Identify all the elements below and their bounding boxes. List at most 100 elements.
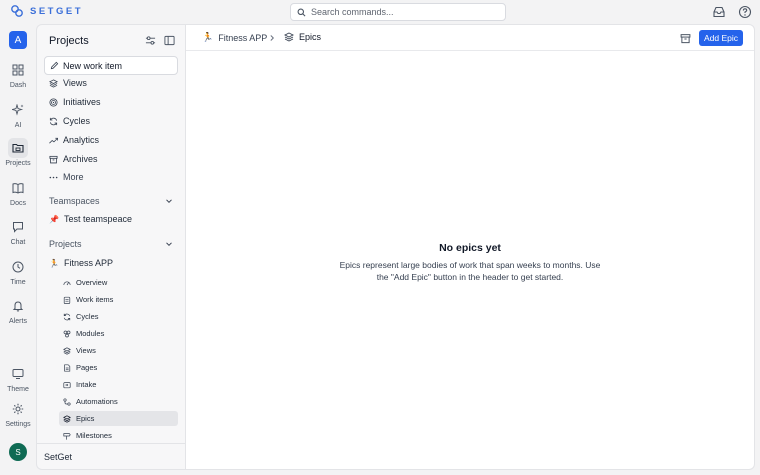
runner-icon: 🏃 (202, 32, 214, 42)
breadcrumb-project[interactable]: 🏃 Fitness APP (202, 32, 267, 43)
project-nav-views[interactable]: Views (59, 343, 178, 358)
sidebar-item-initiatives[interactable]: Initiatives (49, 97, 101, 107)
project-nav-milestones[interactable]: Milestones (59, 428, 178, 443)
sidebar-item-analytics[interactable]: Analytics (49, 135, 99, 145)
command-search-input[interactable]: Search commands... (290, 3, 506, 21)
book-icon (12, 183, 24, 194)
sidebar-item-archives[interactable]: Archives (49, 154, 98, 164)
workspace-switcher[interactable]: A (0, 31, 36, 49)
projects-sidebar: Projects New work item Views Initiatives… (36, 24, 185, 470)
monitor-icon (12, 369, 24, 379)
teamspace-item[interactable]: 📌 Test teamspeace (49, 214, 132, 224)
rail-item-settings[interactable]: Settings (0, 399, 36, 428)
project-nav-modules[interactable]: Modules (59, 326, 178, 341)
automation-icon (63, 397, 71, 406)
sidebar-item-label: Analytics (63, 135, 100, 145)
chevron-right-icon (270, 35, 275, 41)
project-nav-cycles[interactable]: Cycles (59, 309, 178, 324)
sidebar-footer[interactable]: SetGet (37, 443, 185, 469)
new-work-item-button[interactable]: New work item (44, 56, 178, 75)
main-content: 🏃 Fitness APP Epics Add Epic No epics ye… (185, 24, 755, 470)
user-menu[interactable]: S (0, 443, 36, 461)
breadcrumb-current[interactable]: Epics (284, 32, 321, 42)
gauge-icon (63, 281, 71, 285)
modules-icon (63, 330, 71, 337)
archive-icon[interactable] (680, 33, 691, 44)
sidebar-item-label: Initiatives (63, 97, 101, 107)
project-nav-work-items[interactable]: Work items (59, 292, 178, 307)
project-nav-label: Overview (76, 278, 108, 287)
top-bar: SETGET Search commands... (0, 0, 760, 24)
page-icon (64, 363, 71, 372)
rail-label: Chat (10, 239, 26, 246)
rail-label: AI (14, 122, 22, 129)
rail-item-theme[interactable]: Theme (0, 364, 36, 393)
breadcrumb-project-label: Fitness APP (218, 32, 268, 43)
icon-rail: A Dash AI Projects Docs Chat Time Alerts… (0, 24, 36, 475)
workspace-avatar: A (9, 31, 27, 49)
page-header: 🏃 Fitness APP Epics Add Epic (186, 25, 754, 51)
project-nav-automations[interactable]: Automations (59, 394, 178, 409)
milestone-icon (63, 432, 71, 440)
sparkles-icon (12, 104, 24, 116)
rail-item-dash[interactable]: Dash (0, 60, 36, 89)
project-nav-label: Epics (76, 414, 95, 423)
layers-icon (49, 78, 58, 88)
projects-section-header[interactable]: Projects (49, 239, 173, 249)
rail-item-chat[interactable]: Chat (0, 217, 36, 246)
rail-label: Dash (9, 82, 27, 89)
project-nav-intake[interactable]: Intake (59, 377, 178, 392)
project-nav-label: Pages (76, 363, 98, 372)
trend-icon (49, 137, 58, 143)
runner-icon: 🏃 (49, 258, 59, 268)
project-nav-pages[interactable]: Pages (59, 360, 178, 375)
dashboard-icon (12, 64, 24, 76)
filter-settings-icon[interactable] (145, 35, 156, 46)
target-icon (49, 97, 58, 107)
rail-item-projects[interactable]: Projects (0, 138, 36, 167)
help-icon[interactable] (738, 5, 752, 19)
cycle-icon (49, 117, 58, 125)
bell-icon (12, 301, 24, 312)
rail-item-alerts[interactable]: Alerts (0, 296, 36, 325)
brand-logo[interactable]: SETGET (10, 4, 83, 18)
rail-item-time[interactable]: Time (0, 257, 36, 286)
sidebar-item-cycles[interactable]: Cycles (49, 116, 90, 126)
rail-item-ai[interactable]: AI (0, 100, 36, 129)
project-nav-epics[interactable]: Epics (59, 411, 178, 426)
project-nav-overview[interactable]: Overview (59, 275, 178, 290)
search-icon (297, 8, 306, 16)
empty-state-title: No epics yet (439, 242, 501, 254)
chevron-down-icon (166, 242, 172, 247)
workspace-name: SetGet (44, 451, 73, 462)
rail-label: Theme (7, 386, 29, 393)
project-item-fitness-app[interactable]: 🏃 Fitness APP (49, 258, 113, 268)
sidebar-item-label: Views (63, 78, 87, 88)
teamspaces-section-header[interactable]: Teamspaces (49, 196, 173, 206)
project-nav-label: Work items (76, 295, 114, 304)
search-placeholder: Search commands... (311, 7, 394, 17)
rail-item-docs[interactable]: Docs (0, 178, 36, 207)
chevron-down-icon (166, 199, 172, 204)
rail-label: Docs (10, 200, 26, 207)
gear-icon (12, 403, 24, 415)
inbox-icon[interactable] (712, 5, 726, 19)
sidebar-item-label: Cycles (63, 116, 91, 126)
sidebar-item-views[interactable]: Views (49, 78, 87, 88)
add-epic-button[interactable]: Add Epic (699, 30, 743, 46)
project-nav-label: Modules (76, 329, 105, 338)
empty-state-description: Epics represent large bodies of work tha… (339, 260, 601, 282)
new-work-item-label: New work item (63, 60, 123, 71)
rail-label: Projects (5, 160, 31, 167)
sidebar-title: Projects (49, 35, 89, 47)
breadcrumb-page-label: Epics (299, 32, 322, 42)
archive-icon (49, 155, 58, 163)
layers-icon (63, 414, 71, 423)
sidebar-item-more[interactable]: More (49, 172, 84, 182)
sidebar-item-label: Archives (63, 154, 98, 164)
section-label: Teamspaces (49, 196, 100, 206)
cycle-icon (63, 313, 71, 320)
rail-label: Settings (5, 421, 31, 428)
sidebar-toggle-icon[interactable] (164, 35, 175, 46)
clipboard-icon (63, 296, 71, 304)
